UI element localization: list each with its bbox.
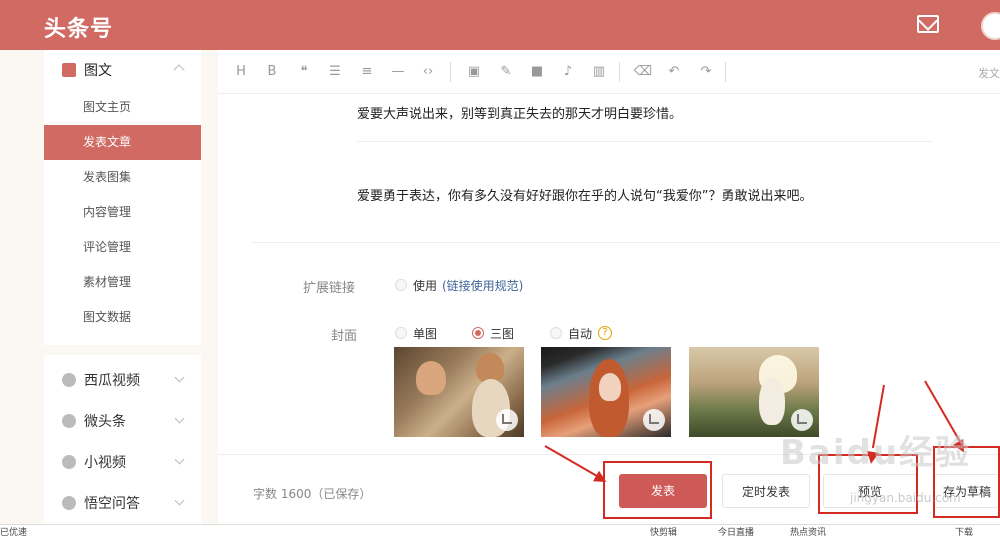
face-shape bbox=[599, 373, 621, 401]
link-icon[interactable]: ✎ bbox=[496, 64, 516, 79]
divider bbox=[251, 242, 1000, 243]
chat-bubble-icon bbox=[62, 413, 76, 428]
cover-image-1[interactable] bbox=[394, 347, 524, 437]
taskbar-left-label: 已优速 bbox=[0, 528, 28, 536]
taskbar-item[interactable]: 快剪辑 bbox=[650, 525, 677, 536]
sidebar-group-title: 图文 bbox=[84, 63, 112, 79]
schedule-publish-button[interactable]: 定时发表 bbox=[722, 474, 810, 508]
image-icon[interactable]: ▣ bbox=[464, 64, 484, 79]
taskbar-item[interactable]: 热点资讯 bbox=[790, 525, 826, 536]
editor-toolbar: H B ❝ ☰ ≡ — ‹› ▣ ✎ ■ ♪ ▥ ⌫ ↶ ↷ 发文 bbox=[218, 50, 1000, 94]
taskbar: 已优速 快剪辑 今日直播 热点资讯 下载 bbox=[0, 524, 1000, 536]
cover-label: 封面 bbox=[331, 329, 358, 344]
code-icon[interactable]: ‹› bbox=[418, 64, 438, 79]
cover-single-radio[interactable] bbox=[395, 327, 407, 339]
sidebar-item-comment-manage[interactable]: 评论管理 bbox=[44, 230, 201, 265]
sidebar-item-publish-gallery[interactable]: 发表图集 bbox=[44, 160, 201, 195]
chevron-down-icon bbox=[174, 372, 185, 383]
bold-icon[interactable]: B bbox=[262, 64, 282, 79]
sidebar-nav-label: 小视频 bbox=[84, 454, 126, 471]
taskbar-item[interactable]: 下载 bbox=[955, 525, 973, 536]
taskbar-item[interactable]: 今日直播 bbox=[718, 525, 754, 536]
crop-icon[interactable] bbox=[643, 409, 665, 431]
ordered-list-icon[interactable]: ≡ bbox=[357, 64, 377, 79]
toolbar-right-label[interactable]: 发文 bbox=[978, 65, 1000, 81]
cover-triple-radio[interactable] bbox=[472, 327, 484, 339]
editor-paragraph[interactable]: 爱要勇于表达，你有多久没有好好跟你在乎的人说句“我爱你”？勇敢说出来吧。 bbox=[357, 185, 812, 204]
sidebar-item-micro-headline[interactable]: 微头条 bbox=[44, 400, 201, 441]
chevron-down-icon bbox=[174, 413, 185, 424]
sidebar-item-short-video[interactable]: 小视频 bbox=[44, 441, 201, 482]
sidebar-nav-label: 微头条 bbox=[84, 413, 126, 430]
person-silhouette bbox=[759, 377, 785, 425]
sidebar-nav: 西瓜视频 微头条 小视频 悟空问答 bbox=[44, 355, 201, 527]
heading-icon[interactable]: H bbox=[231, 64, 251, 79]
sidebar-nav-label: 悟空问答 bbox=[84, 495, 140, 512]
child-face bbox=[416, 361, 446, 395]
microphone-icon[interactable]: ♪ bbox=[558, 64, 578, 79]
toolbar-separator bbox=[619, 62, 620, 82]
ext-link-checkbox[interactable] bbox=[395, 279, 407, 291]
sidebar-group-article: 图文 图文主页 发表文章 发表图集 内容管理 评论管理 素材管理 图文数据 bbox=[44, 50, 201, 345]
sidebar-group-header[interactable]: 图文 bbox=[44, 50, 201, 90]
cover-image-3[interactable] bbox=[689, 347, 819, 437]
site-logo[interactable]: 头条号 bbox=[44, 11, 113, 43]
sidebar-item-xigua-video[interactable]: 西瓜视频 bbox=[44, 359, 201, 400]
avatar[interactable] bbox=[981, 12, 1000, 40]
watermark-url: jingyan.baidu.com bbox=[850, 491, 961, 505]
music-note-icon bbox=[62, 454, 76, 469]
sidebar-item-publish-article[interactable]: 发表文章 bbox=[44, 125, 201, 160]
sidebar-item-material-manage[interactable]: 素材管理 bbox=[44, 265, 201, 300]
highlight-box-publish bbox=[603, 461, 712, 519]
undo-icon[interactable]: ↶ bbox=[664, 64, 684, 79]
sidebar: 图文 图文主页 发表文章 发表图集 内容管理 评论管理 素材管理 图文数据 西瓜… bbox=[44, 50, 201, 527]
watermark: Baidu经验 bbox=[780, 433, 972, 473]
cover-single-label: 单图 bbox=[413, 327, 438, 341]
chart-icon[interactable]: ▥ bbox=[589, 64, 609, 79]
ext-link-rules-link[interactable]: (链接使用规范) bbox=[442, 277, 523, 294]
crop-icon[interactable] bbox=[496, 409, 518, 431]
sidebar-item-article-home[interactable]: 图文主页 bbox=[44, 90, 201, 125]
qa-icon bbox=[62, 495, 76, 510]
toolbar-separator bbox=[450, 62, 451, 82]
quote-icon[interactable]: ❝ bbox=[294, 64, 314, 79]
chevron-down-icon bbox=[174, 495, 185, 506]
play-icon bbox=[62, 372, 76, 387]
eraser-icon[interactable]: ⌫ bbox=[633, 64, 653, 79]
unordered-list-icon[interactable]: ☰ bbox=[325, 64, 345, 79]
toolbar-separator bbox=[725, 62, 726, 82]
cover-triple-label: 三图 bbox=[490, 327, 515, 341]
ext-link-label: 扩展链接 bbox=[303, 281, 356, 296]
chevron-down-icon bbox=[174, 454, 185, 465]
divider-icon[interactable]: — bbox=[388, 64, 408, 79]
video-icon[interactable]: ■ bbox=[527, 64, 547, 79]
sidebar-item-article-data[interactable]: 图文数据 bbox=[44, 300, 201, 335]
mail-icon[interactable] bbox=[917, 15, 939, 33]
article-icon bbox=[62, 63, 76, 77]
sidebar-item-wukong-qa[interactable]: 悟空问答 bbox=[44, 482, 201, 523]
redo-icon[interactable]: ↷ bbox=[696, 64, 716, 79]
ext-link-use-label: 使用 bbox=[413, 279, 438, 293]
cover-auto-label: 自动 bbox=[568, 327, 593, 341]
sidebar-item-content-manage[interactable]: 内容管理 bbox=[44, 195, 201, 230]
help-icon[interactable]: ? bbox=[598, 326, 612, 340]
cover-auto-radio[interactable] bbox=[550, 327, 562, 339]
editor-paragraph[interactable]: 爱要大声说出来，别等到真正失去的那天才明白要珍惜。 bbox=[357, 103, 682, 122]
sidebar-nav-label: 西瓜视频 bbox=[84, 372, 140, 389]
top-header: 头条号 bbox=[0, 0, 1000, 50]
chevron-up-icon bbox=[173, 64, 185, 76]
cover-image-2[interactable] bbox=[541, 347, 671, 437]
divider bbox=[357, 141, 933, 142]
word-count: 字数 1600（已保存） bbox=[253, 487, 372, 501]
